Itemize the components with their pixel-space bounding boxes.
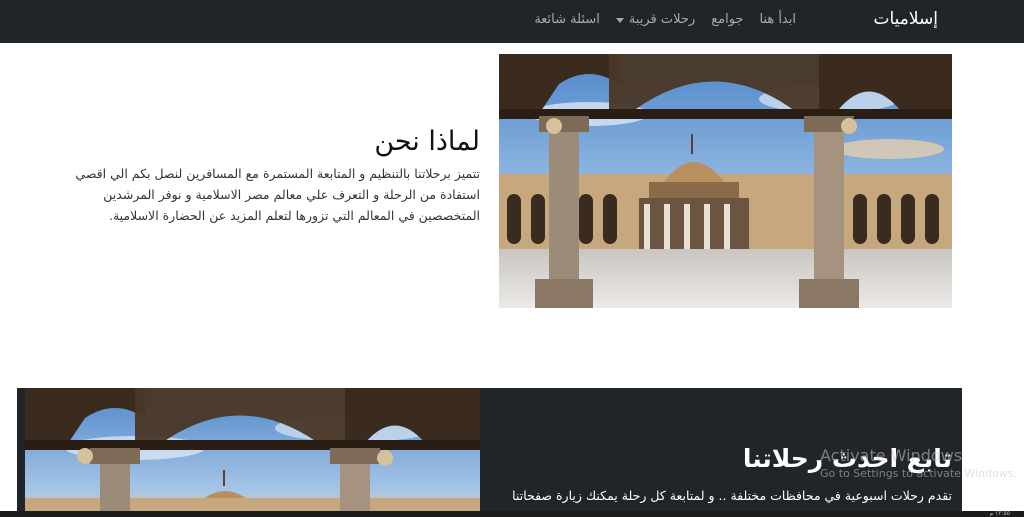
os-taskbar: ١٢:٥٥ م <box>0 511 1024 517</box>
nav-links: ابدأ هنا جوامع رحلات قريبة اسئلة شائعة <box>534 12 796 27</box>
mosque-courtyard-image-2 <box>25 388 480 517</box>
why-us-text: تتميز برحلاتنا بالتنظيم و المتابعة المست… <box>75 166 480 223</box>
latest-trips-section: تابع احدث رحلاتنا تقدم رحلات اسبوعية في … <box>17 388 962 517</box>
nav-link-faq[interactable]: اسئلة شائعة <box>534 12 600 27</box>
nav-link-label: اسئلة شائعة <box>534 12 600 27</box>
latest-trips-text: تقدم رحلات اسبوعية في محافظات مختلفة .. … <box>512 488 952 503</box>
nav-dropdown-nearby-trips[interactable]: رحلات قريبة <box>615 12 696 27</box>
why-us-title: لماذا نحن <box>374 126 480 157</box>
mosque-courtyard-image <box>499 54 952 308</box>
top-navbar: إسلاميات ابدأ هنا جوامع رحلات قريبة اسئل… <box>0 0 1024 43</box>
nav-link-label: رحلات قريبة <box>628 12 696 27</box>
nav-link-label: ابدأ هنا <box>759 12 796 27</box>
taskbar-clock[interactable]: ١٢:٥٥ م <box>989 511 1010 517</box>
nav-link-start-here[interactable]: ابدأ هنا <box>759 12 796 27</box>
brand-logo[interactable]: إسلاميات <box>873 9 938 29</box>
caret-down-icon <box>615 18 624 23</box>
nav-link-mosques[interactable]: جوامع <box>711 12 743 27</box>
nav-link-label: جوامع <box>711 12 744 27</box>
latest-trips-title: تابع احدث رحلاتنا <box>742 444 952 473</box>
why-us-section: لماذا نحن تتميز برحلاتنا بالتنظيم و المت… <box>60 126 480 226</box>
